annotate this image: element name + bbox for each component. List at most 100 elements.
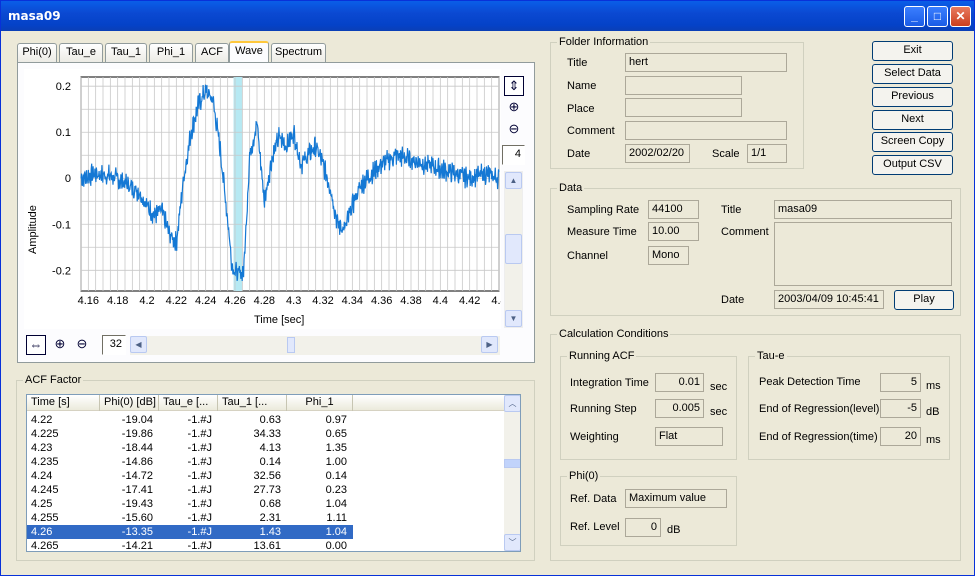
tab-phi-1[interactable]: Phi_1	[149, 43, 193, 62]
tab-tau-1[interactable]: Tau_1	[105, 43, 147, 62]
channel-field[interactable]: Mono	[648, 246, 689, 265]
folder-name-field[interactable]	[625, 76, 742, 95]
zoom-in-icon: ⊕	[54, 336, 66, 351]
col-time[interactable]: Time [s]	[27, 395, 100, 411]
folder-place-field[interactable]	[625, 98, 742, 117]
ref-data-field[interactable]: Maximum value	[625, 489, 727, 508]
y-tick-label: -0.2	[52, 265, 71, 277]
folder-comment-field[interactable]	[625, 121, 787, 140]
main-window: masa09 _ □ ✕ Phi(0) Tau_e Tau_1 Phi_1 AC…	[0, 0, 975, 576]
table-cell: -1.#J	[187, 526, 212, 538]
scroll-right-button[interactable]: ▶	[481, 336, 498, 353]
table-cell: -1.#J	[187, 456, 212, 468]
table-row[interactable]: 4.22 -19.04 -1.#J 0.63 0.97	[27, 413, 353, 427]
scroll-left-button[interactable]: ◀	[130, 336, 147, 353]
col-phi-1[interactable]: Phi_1	[287, 395, 353, 411]
integration-time-field[interactable]: 0.01	[655, 373, 704, 392]
acf-factor-table[interactable]: Time [s] Phi(0) [dB] Tau_e [... Tau_1 [.…	[26, 394, 521, 552]
zoom-in-x-button[interactable]: ⊕	[50, 335, 70, 355]
scroll-down-button[interactable]: ▼	[505, 310, 522, 327]
next-button[interactable]: Next	[872, 110, 953, 130]
table-cell: -15.60	[121, 512, 153, 524]
output-csv-button[interactable]: Output CSV	[872, 155, 953, 175]
arrow-up-icon: ▲	[509, 176, 518, 185]
x-axis-label: Time [sec]	[254, 314, 304, 326]
weighting-field[interactable]: Flat	[655, 427, 723, 446]
col-tau-1[interactable]: Tau_1 [...	[218, 395, 287, 411]
fit-horizontal-button[interactable]: ⇔	[26, 335, 46, 355]
zoom-y-level[interactable]: 4	[502, 145, 525, 165]
h-scroll-thumb[interactable]	[287, 337, 295, 353]
table-row[interactable]: 4.235 -14.86 -1.#J 0.14 1.00	[27, 455, 353, 469]
table-row[interactable]: 4.26 -13.35 -1.#J 1.43 1.04	[27, 525, 353, 539]
ref-level-field[interactable]: 0	[625, 518, 661, 537]
close-button[interactable]: ✕	[950, 6, 971, 27]
peak-detection-field[interactable]: 5	[880, 373, 921, 392]
tab-wave[interactable]: Wave	[229, 41, 269, 63]
table-row[interactable]: 4.245 -17.41 -1.#J 27.73 0.23	[27, 483, 353, 497]
maximize-button[interactable]: □	[927, 6, 948, 27]
zoom-out-y-button[interactable]: ⊖	[504, 120, 524, 140]
table-scroll-up[interactable]: ︿	[504, 395, 520, 412]
minimize-button[interactable]: _	[904, 6, 925, 27]
previous-button[interactable]: Previous	[872, 87, 953, 107]
data-date-field[interactable]: 2003/04/09 10:45:41	[774, 290, 884, 309]
x-tick-label: 4.28	[254, 295, 275, 307]
data-date-label: Date	[721, 294, 745, 306]
zoom-out-x-button[interactable]: ⊖	[72, 335, 92, 355]
folder-date-field[interactable]: 2002/02/20	[625, 144, 690, 163]
running-step-field[interactable]: 0.005	[655, 399, 704, 418]
table-cell: 13.61	[253, 540, 281, 552]
folder-title-field[interactable]: hert	[625, 53, 787, 72]
scroll-up-button[interactable]: ▲	[505, 172, 522, 189]
data-title-field[interactable]: masa09	[774, 200, 952, 219]
tab-spectrum[interactable]: Spectrum	[271, 43, 326, 62]
col-phi0[interactable]: Phi(0) [dB]	[100, 395, 159, 411]
table-cell: 4.24	[31, 470, 53, 482]
table-cell: -14.72	[121, 470, 153, 482]
wave-horizontal-scrollbar[interactable]: ◀ ▶	[130, 336, 500, 355]
scroll-thumb[interactable]	[505, 234, 522, 264]
table-cell: 4.26	[31, 526, 53, 538]
col-tau-e[interactable]: Tau_e [...	[159, 395, 218, 411]
table-row[interactable]: 4.25 -19.43 -1.#J 0.68 1.04	[27, 497, 353, 511]
zoom-in-y-button[interactable]: ⊕	[504, 98, 524, 118]
zoom-x-level[interactable]: 32	[102, 335, 126, 355]
table-scroll-thumb[interactable]	[504, 459, 520, 468]
table-cell: -13.35	[121, 526, 153, 538]
table-cell: 34.33	[253, 428, 281, 440]
table-cell: -19.86	[121, 428, 153, 440]
table-cell: 0.63	[259, 414, 281, 426]
table-scrollbar[interactable]: ︿ ﹀	[504, 395, 520, 551]
table-row[interactable]: 4.24 -14.72 -1.#J 32.56 0.14	[27, 469, 353, 483]
table-cell: -17.41	[121, 484, 153, 496]
play-button[interactable]: Play	[894, 290, 954, 310]
table-row[interactable]: 4.225 -19.86 -1.#J 34.33 0.65	[27, 427, 353, 441]
tab-tau-e[interactable]: Tau_e	[59, 43, 103, 62]
integration-time-unit: sec	[710, 381, 728, 393]
eor-time-field[interactable]: 20	[880, 427, 921, 446]
fit-vertical-icon: ⇕	[508, 78, 520, 93]
wave-vertical-scrollbar[interactable]: ▲ ▼	[504, 171, 523, 328]
sampling-rate-field[interactable]: 44100	[648, 200, 699, 219]
x-tick-label: 4.24	[195, 295, 216, 307]
phi0-label: Phi(0)	[567, 470, 601, 482]
folder-scale-field[interactable]: 1/1	[747, 144, 787, 163]
tab-phi0[interactable]: Phi(0)	[17, 43, 57, 62]
exit-button[interactable]: Exit	[872, 41, 953, 61]
measure-time-field[interactable]: 10.00	[648, 222, 699, 241]
table-row[interactable]: 4.23 -18.44 -1.#J 4.13 1.35	[27, 441, 353, 455]
eor-level-field[interactable]: -5	[880, 399, 921, 418]
data-comment-field[interactable]	[774, 222, 952, 286]
fit-vertical-button[interactable]: ⇕	[504, 76, 524, 96]
screen-copy-button[interactable]: Screen Copy	[872, 132, 953, 152]
table-scroll-down[interactable]: ﹀	[504, 534, 520, 551]
table-row[interactable]: 4.265 -14.21 -1.#J 13.61 0.00	[27, 539, 353, 552]
arrow-down-icon: ▼	[509, 314, 518, 323]
tab-acf[interactable]: ACF	[195, 43, 229, 62]
select-data-button[interactable]: Select Data	[872, 64, 953, 84]
sampling-rate-label: Sampling Rate	[567, 204, 640, 216]
ref-level-label: Ref. Level	[570, 521, 620, 533]
integration-time-label: Integration Time	[570, 377, 649, 389]
table-row[interactable]: 4.255 -15.60 -1.#J 2.31 1.11	[27, 511, 353, 525]
